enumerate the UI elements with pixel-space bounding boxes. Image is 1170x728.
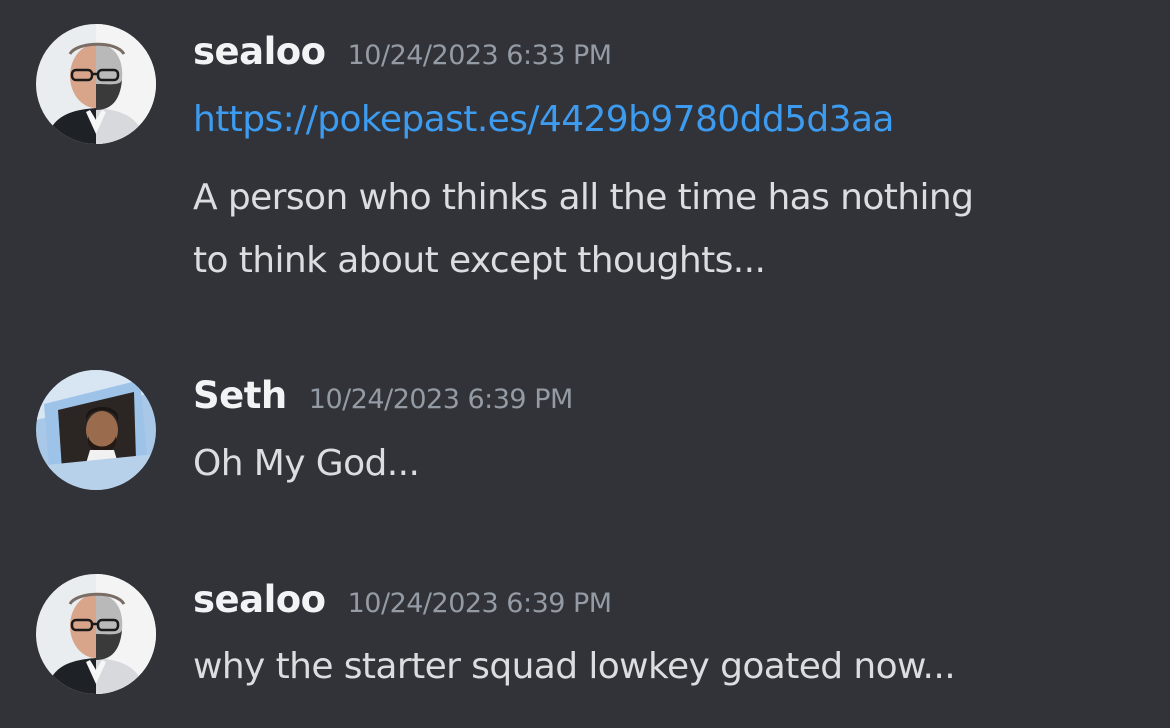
message-text-line: to think about except thoughts...: [193, 240, 766, 281]
message-header: sealoo 10/24/2023 6:39 PM: [193, 578, 612, 621]
username[interactable]: sealoo: [193, 578, 326, 621]
message-text-line: A person who thinks all the time has not…: [193, 177, 974, 218]
message-text-line: Oh My God...: [193, 443, 420, 484]
split-face-avatar-icon: [36, 574, 156, 694]
timestamp: 10/24/2023 6:39 PM: [347, 588, 613, 619]
message-header: Seth 10/24/2023 6:39 PM: [193, 374, 573, 417]
timestamp: 10/24/2023 6:39 PM: [308, 384, 574, 415]
message-link-line: https://pokepast.es/4429b9780dd5d3aa: [193, 99, 894, 140]
split-face-avatar-icon: [36, 24, 156, 144]
avatar[interactable]: [36, 370, 156, 490]
avatar[interactable]: [36, 574, 156, 694]
avatar[interactable]: [36, 24, 156, 144]
username[interactable]: sealoo: [193, 30, 326, 73]
timestamp: 10/24/2023 6:33 PM: [347, 40, 613, 71]
car-window-avatar-icon: [36, 370, 156, 490]
username[interactable]: Seth: [193, 374, 287, 417]
message-header: sealoo 10/24/2023 6:33 PM: [193, 30, 612, 73]
pokepaste-link[interactable]: https://pokepast.es/4429b9780dd5d3aa: [193, 99, 894, 140]
message-text-line: why the starter squad lowkey goated now.…: [193, 646, 956, 687]
